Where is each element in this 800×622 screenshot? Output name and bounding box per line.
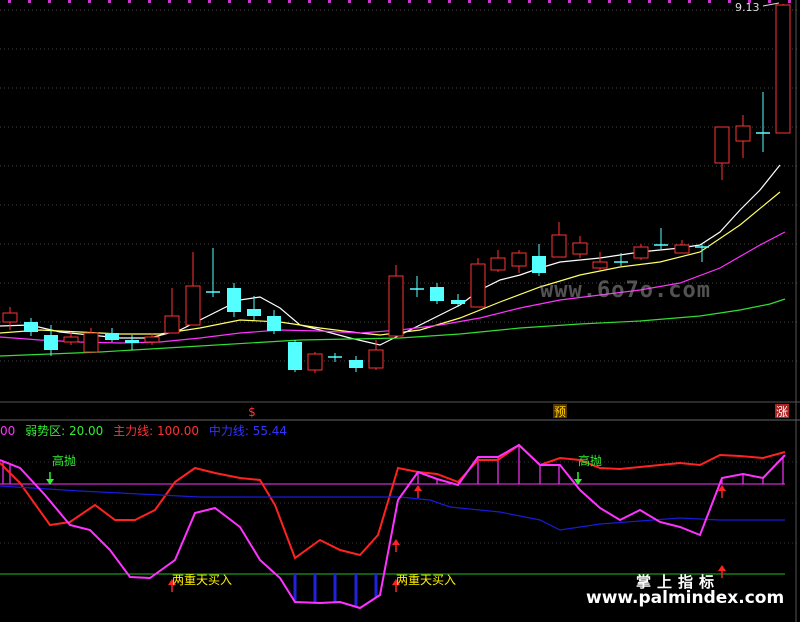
candle-body [24, 322, 38, 332]
candle-body [551, 234, 567, 258]
top-tick [768, 0, 771, 3]
watermark-site2: www.palmindex.com [586, 588, 785, 608]
top-tick [588, 0, 591, 3]
top-tick [648, 0, 651, 3]
top-tick [428, 0, 431, 3]
candle-body [288, 342, 302, 370]
candle-body [2, 312, 18, 323]
arrow-up-icon [414, 485, 422, 491]
top-tick [468, 0, 471, 3]
top-tick [568, 0, 571, 3]
candle-body [735, 125, 751, 142]
top-tick [448, 0, 451, 3]
top-tick [28, 0, 31, 3]
top-tick [788, 0, 791, 3]
marker-label: 涨 [776, 404, 788, 419]
candle-body [388, 275, 404, 337]
peak-price-label: 9.13 [735, 1, 760, 14]
top-tick [328, 0, 331, 3]
candle-body [349, 360, 363, 368]
top-tick [348, 0, 351, 3]
indicator-legend: 00 弱势区: 20.00 主力线: 100.00 中力线: 55.44 [0, 422, 293, 438]
legend-item-2: 主力线: 100.00 [113, 424, 200, 438]
candle-body [185, 285, 201, 326]
candle-body [105, 333, 119, 340]
indicator-label: 两重天买入 [172, 573, 232, 587]
top-tick [508, 0, 511, 3]
candle-body [714, 126, 730, 164]
candle-body [44, 335, 58, 350]
top-tick [48, 0, 51, 3]
candle-body [83, 332, 99, 353]
candle-body [63, 336, 79, 343]
top-tick [288, 0, 291, 3]
top-tick [108, 0, 111, 3]
top-tick [228, 0, 231, 3]
marker-label: 预 [554, 405, 566, 419]
candle-body [592, 261, 608, 269]
candle-body [470, 263, 486, 308]
top-tick [88, 0, 91, 3]
top-tick [268, 0, 271, 3]
candle-body [511, 252, 527, 267]
indicator-label: 高抛 [52, 453, 76, 468]
top-tick [668, 0, 671, 3]
top-tick [548, 0, 551, 3]
legend-item-1: 弱势区: 20.00 [25, 424, 104, 438]
legend-item-0: 00 [0, 424, 16, 438]
candle-body [267, 316, 281, 331]
top-tick [168, 0, 171, 3]
candle-body [633, 246, 649, 259]
top-tick [208, 0, 211, 3]
candle-body [451, 300, 465, 304]
candle-body [227, 288, 241, 312]
candle-body [247, 309, 261, 316]
top-tick [408, 0, 411, 3]
top-tick [188, 0, 191, 3]
candle-body [164, 315, 180, 334]
top-tick [488, 0, 491, 3]
candle-body [775, 4, 791, 134]
top-tick [388, 0, 391, 3]
top-tick [728, 0, 731, 3]
top-tick [628, 0, 631, 3]
candle-body [674, 244, 690, 254]
indicator-label: 两重天买入 [396, 573, 456, 587]
top-tick [148, 0, 151, 3]
candle-body [430, 287, 444, 301]
top-tick [68, 0, 71, 3]
top-tick [708, 0, 711, 3]
candle-body [125, 340, 139, 343]
stock-chart: $ 预 涨高抛 高抛两重天买入 两重天买入 [0, 0, 800, 622]
top-tick [688, 0, 691, 3]
candle-body [490, 257, 506, 271]
candle-body [532, 256, 546, 273]
top-tick [8, 0, 11, 3]
indicator-label: 高抛 [578, 453, 602, 468]
candle-body [307, 353, 323, 371]
marker-label: $ [248, 405, 256, 419]
candle-body [572, 242, 588, 255]
top-tick [368, 0, 371, 3]
top-tick [248, 0, 251, 3]
candle-body [368, 349, 384, 369]
top-tick [528, 0, 531, 3]
top-tick [308, 0, 311, 3]
watermark-site1: www.6o7o.com [540, 278, 711, 303]
top-tick [128, 0, 131, 3]
candle-body [144, 336, 160, 343]
legend-item-3: 中力线: 55.44 [208, 424, 288, 438]
top-tick [608, 0, 611, 3]
arrow-up-icon [392, 539, 400, 545]
